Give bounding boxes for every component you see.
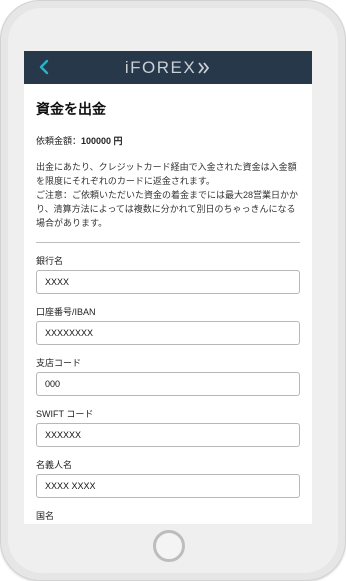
section-divider [36,242,300,243]
account-holder-label: 名義人名 [36,460,73,470]
swift-code-input[interactable] [36,423,300,447]
bank-name-label: 銀行名 [36,256,64,266]
swift-code-label: SWIFT コード [36,409,94,419]
double-chevron-icon [198,61,210,74]
account-iban-label: 口座番号/IBAN [36,307,96,317]
withdraw-notice: 出金にあたり、クレジットカード経由で入金された資金は入金額を限度にそれぞれのカー… [36,162,299,228]
account-iban-input[interactable] [36,321,300,345]
branch-code-label: 支店コード [36,358,82,368]
page-title: 資金を出金 [36,101,106,117]
bank-name-field: 銀行名 [36,254,300,294]
back-button[interactable] [34,57,54,77]
account-holder-input[interactable] [36,474,300,498]
amount-value: 100000 円 [81,136,123,146]
account-iban-field: 口座番号/IBAN [36,305,300,345]
country-field: 国名 日本 [36,509,300,524]
swift-code-field: SWIFT コード [36,407,300,447]
phone-screen: iFOREX 資金を出金 依頼金額：100000 円 出金にあたり、クレジットカ… [24,51,312,524]
branch-code-field: 支店コード [36,356,300,396]
logo-text: iFOREX [124,57,197,77]
country-label: 国名 [36,511,55,521]
top-navbar: iFOREX [24,51,312,84]
account-holder-field: 名義人名 [36,458,300,498]
withdraw-form-content: 資金を出金 依頼金額：100000 円 出金にあたり、クレジットカード経由で入金… [24,84,312,524]
amount-label: 依頼金額： [36,136,82,146]
requested-amount: 依頼金額：100000 円 [36,134,300,147]
branch-code-input[interactable] [36,372,300,396]
iforex-logo: iFOREX [125,51,211,84]
home-button[interactable] [153,530,185,562]
bank-name-input[interactable] [36,270,300,294]
chevron-left-icon [39,59,49,75]
